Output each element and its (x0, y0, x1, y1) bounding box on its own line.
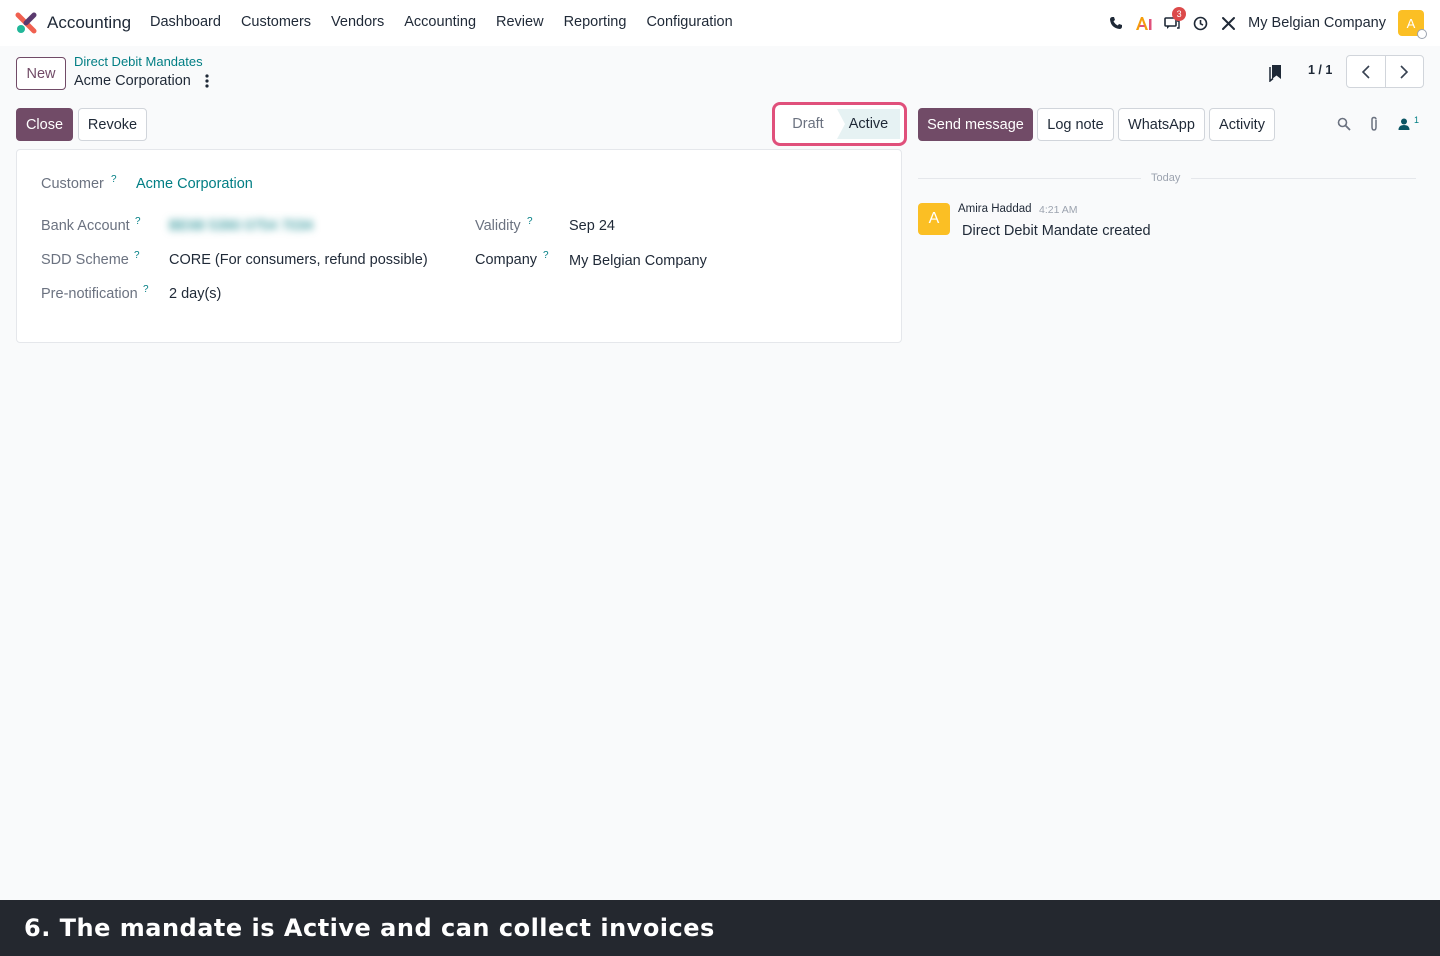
main-menu: Dashboard Customers Vendors Accounting R… (140, 14, 743, 30)
followers-icon[interactable] (1394, 114, 1414, 134)
company-switcher[interactable]: My Belgian Company (1248, 15, 1386, 31)
help-tooltip-icon[interactable]: ? (111, 174, 117, 185)
status-bar-highlight: Draft Active (772, 102, 907, 146)
menu-vendors[interactable]: Vendors (321, 14, 394, 30)
sdd-scheme-field[interactable]: CORE (For consumers, refund possible) (169, 252, 428, 268)
day-separator: Today (918, 172, 1416, 186)
message-time: 4:21 AM (1039, 204, 1078, 216)
tutorial-caption-bar: 6. The mandate is Active and can collect… (0, 900, 1440, 956)
app-name[interactable]: Accounting (47, 13, 131, 33)
menu-dashboard[interactable]: Dashboard (140, 14, 231, 30)
followers-count: 1 (1414, 115, 1420, 125)
phone-icon[interactable] (1102, 9, 1130, 37)
bookmark-icon[interactable] (1266, 62, 1286, 82)
search-icon[interactable] (1334, 114, 1354, 134)
activity-button[interactable]: Activity (1209, 108, 1275, 141)
pre-notification-field[interactable]: 2 day(s) (169, 286, 221, 302)
paperclip-icon[interactable] (1364, 114, 1384, 134)
form-sheet: Customer ? Acme Corporation Bank Account… (16, 149, 902, 343)
menu-reporting[interactable]: Reporting (554, 14, 637, 30)
record-title: Acme Corporation (74, 73, 191, 89)
help-tooltip-icon[interactable]: ? (527, 216, 533, 227)
tutorial-caption: 6. The mandate is Active and can collect… (24, 914, 715, 942)
user-avatar[interactable]: A (1398, 10, 1427, 39)
menu-customers[interactable]: Customers (231, 14, 321, 30)
whatsapp-button[interactable]: WhatsApp (1118, 108, 1205, 141)
stage-draft[interactable]: Draft (779, 109, 837, 139)
menu-review[interactable]: Review (486, 14, 554, 30)
chevron-right-icon (1400, 64, 1409, 79)
pager-previous-button[interactable] (1347, 56, 1385, 87)
sdd-scheme-label: SDD Scheme (41, 252, 129, 268)
clock-icon[interactable] (1186, 9, 1214, 37)
customer-label: Customer (41, 176, 104, 192)
tools-icon[interactable] (1214, 9, 1242, 37)
messages-icon[interactable]: 3 (1158, 7, 1187, 37)
bank-account-field[interactable]: BE68 5390 0754 7034 (169, 218, 313, 234)
validity-field[interactable]: Sep 24 (569, 218, 615, 234)
message-avatar-initial: A (928, 210, 940, 227)
new-button[interactable]: New (16, 57, 66, 90)
user-avatar-initial: A (1406, 15, 1416, 31)
accounting-app-icon[interactable] (15, 12, 37, 34)
systray: 3 My Belgian Company A (1102, 7, 1440, 39)
presence-indicator (1417, 29, 1427, 39)
messages-badge: 3 (1172, 7, 1187, 21)
message-author[interactable]: Amira Haddad (958, 203, 1032, 215)
message-author-avatar[interactable]: A (918, 203, 950, 235)
pager-buttons (1346, 55, 1424, 88)
status-bar: Draft Active (779, 109, 900, 139)
ai-icon[interactable] (1130, 9, 1158, 37)
chevron-left-icon (1361, 64, 1370, 79)
pager-next-button[interactable] (1384, 56, 1424, 87)
bank-account-label: Bank Account (41, 218, 130, 234)
help-tooltip-icon[interactable]: ? (143, 284, 149, 295)
menu-configuration[interactable]: Configuration (636, 14, 742, 30)
pager-value[interactable]: 1 / 1 (1308, 63, 1332, 77)
help-tooltip-icon[interactable]: ? (543, 250, 549, 261)
send-message-button[interactable]: Send message (918, 108, 1033, 141)
message-body: Direct Debit Mandate created (962, 223, 1151, 239)
help-tooltip-icon[interactable]: ? (134, 250, 140, 261)
log-note-button[interactable]: Log note (1037, 108, 1114, 141)
pre-notification-label: Pre-notification (41, 286, 138, 302)
close-button[interactable]: Close (16, 108, 73, 141)
breadcrumb-parent[interactable]: Direct Debit Mandates (74, 54, 203, 69)
help-tooltip-icon[interactable]: ? (135, 216, 141, 227)
customer-field[interactable]: Acme Corporation (136, 176, 253, 192)
company-label: Company (475, 252, 538, 268)
stage-active[interactable]: Active (837, 109, 900, 139)
day-separator-label: Today (1151, 172, 1181, 184)
validity-label: Validity (475, 218, 521, 234)
actions-menu-icon[interactable] (198, 71, 216, 91)
company-field[interactable]: My Belgian Company (569, 253, 707, 269)
control-panel: New Direct Debit Mandates Acme Corporati… (0, 46, 1440, 146)
revoke-button[interactable]: Revoke (78, 108, 147, 141)
top-navbar: Accounting Dashboard Customers Vendors A… (0, 0, 1440, 46)
menu-accounting[interactable]: Accounting (394, 14, 486, 30)
